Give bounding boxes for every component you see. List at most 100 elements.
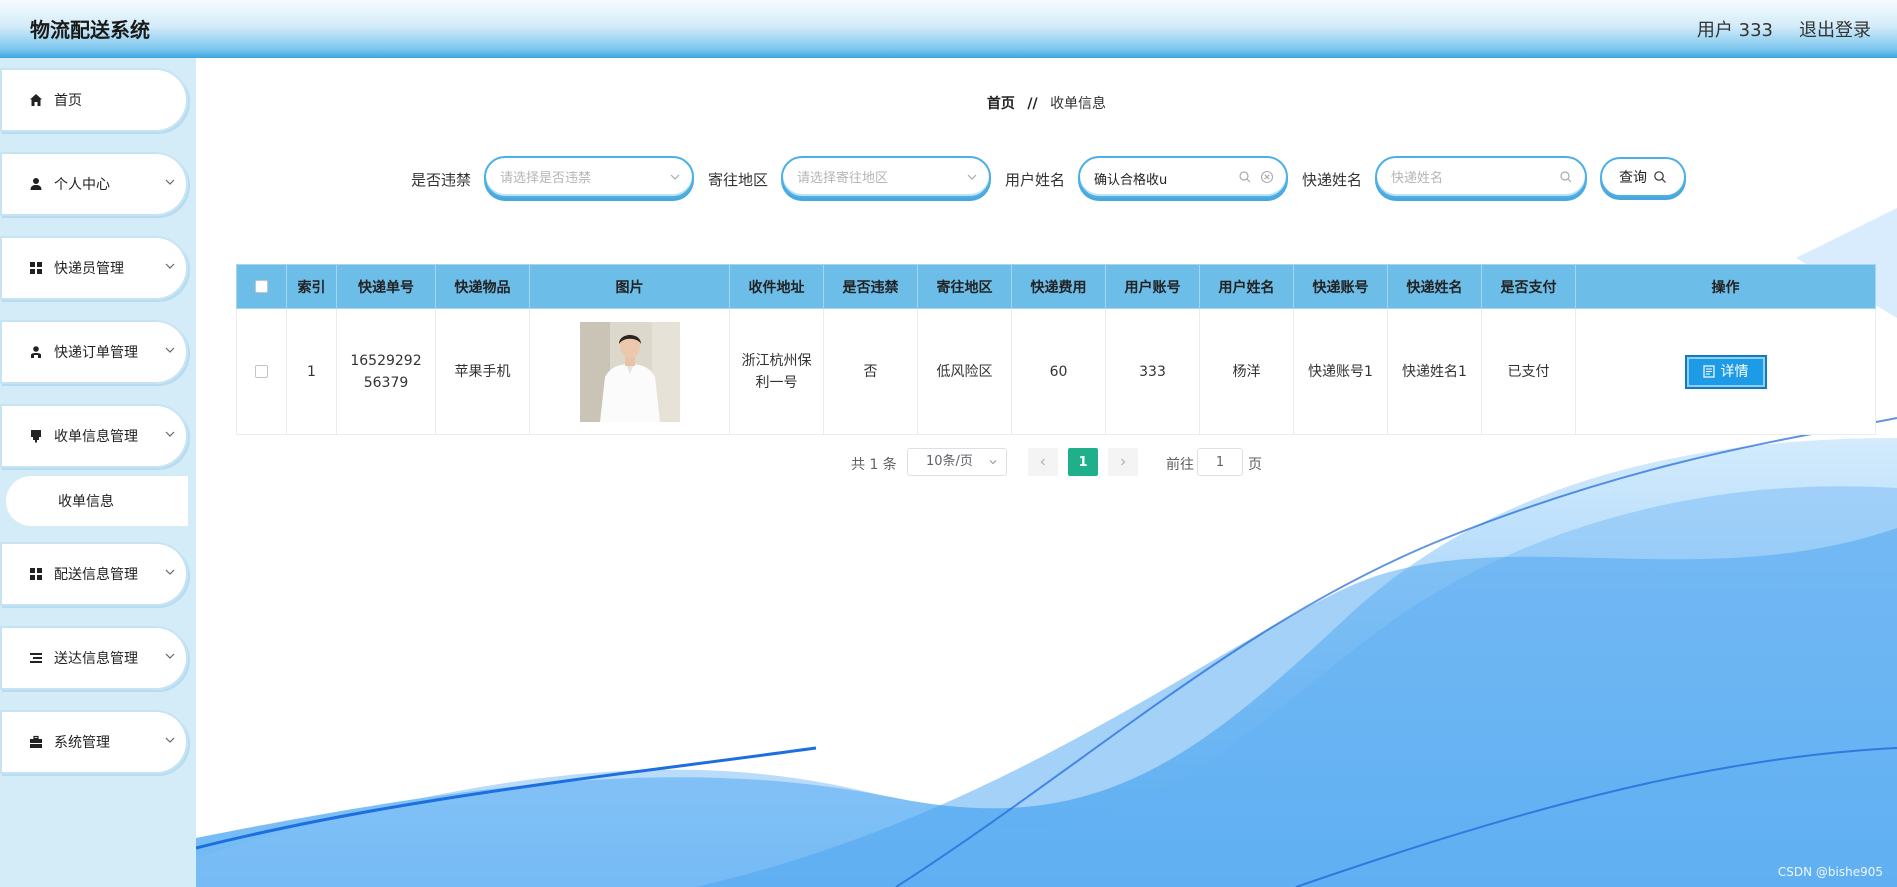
cell-courier-name: 快递姓名1 bbox=[1387, 308, 1482, 435]
row-select-cell[interactable] bbox=[236, 308, 287, 435]
sidebar-item-label: 系统管理 bbox=[54, 735, 110, 751]
sidebar-item-order-mgmt[interactable]: 快递订单管理 bbox=[0, 320, 188, 384]
cell-username: 杨洋 bbox=[1199, 308, 1294, 435]
logout-link[interactable]: 退出登录 bbox=[1799, 16, 1871, 42]
chevron-down-icon bbox=[967, 174, 977, 180]
chevron-down-icon bbox=[165, 179, 175, 185]
table-header-row: 索引 快递单号 快递物品 图片 收件地址 是否违禁 寄往地区 快递费用 用户账号… bbox=[236, 264, 1876, 309]
search-icon bbox=[1654, 171, 1666, 183]
detail-button-label: 详情 bbox=[1720, 363, 1749, 380]
chevron-down-icon bbox=[165, 347, 175, 353]
sidebar-item-home[interactable]: 首页 bbox=[0, 68, 188, 132]
column-header: 快递物品 bbox=[435, 264, 530, 309]
home-icon bbox=[28, 92, 44, 108]
list-icon bbox=[28, 650, 44, 666]
sidebar-item-label: 个人中心 bbox=[54, 177, 110, 193]
grid-icon bbox=[28, 566, 44, 582]
column-header: 操作 bbox=[1575, 264, 1876, 309]
column-header: 用户账号 bbox=[1105, 264, 1200, 309]
column-header: 快递费用 bbox=[1011, 264, 1106, 309]
chevron-left-icon bbox=[1040, 458, 1045, 466]
sidebar-item-label: 快递员管理 bbox=[54, 261, 124, 277]
order-no-text: 1652929256379 bbox=[350, 352, 422, 391]
page-size-select[interactable]: 10条/页 bbox=[907, 448, 1007, 476]
cell-paid: 已支付 bbox=[1481, 308, 1576, 435]
app-header: 物流配送系统 用户 333 退出登录 bbox=[0, 0, 1897, 58]
cell-image bbox=[529, 308, 730, 435]
column-header: 收件地址 bbox=[729, 264, 824, 309]
sidebar-item-label: 首页 bbox=[54, 93, 82, 109]
receipt-icon bbox=[28, 428, 44, 444]
sidebar-item-label: 配送信息管理 bbox=[54, 567, 138, 583]
search-icon bbox=[1560, 171, 1572, 183]
column-header: 快递姓名 bbox=[1387, 264, 1482, 309]
violation-filter-label: 是否违禁 bbox=[411, 171, 472, 189]
next-page-button[interactable] bbox=[1108, 448, 1138, 476]
username-filter-label: 用户姓名 bbox=[1005, 171, 1066, 189]
app-title: 物流配送系统 bbox=[30, 18, 150, 42]
sidebar: 首页 个人中心 快递员管理 快递订单管理 收单信息管理 收单信息 配送信息管理 … bbox=[0, 58, 196, 887]
current-user: 用户 333 bbox=[1696, 20, 1773, 41]
courier-name-input[interactable] bbox=[1391, 167, 1551, 189]
select-all-cell[interactable] bbox=[236, 264, 287, 309]
sidebar-item-system-mgmt[interactable]: 系统管理 bbox=[0, 710, 188, 774]
user-icon bbox=[28, 176, 44, 192]
courier-name-filter-label: 快递姓名 bbox=[1302, 171, 1363, 189]
column-header: 图片 bbox=[529, 264, 730, 309]
region-select[interactable] bbox=[781, 156, 991, 198]
briefcase-icon bbox=[28, 734, 44, 750]
sidebar-item-label: 收单信息管理 bbox=[54, 429, 138, 445]
goto-page-input[interactable] bbox=[1197, 448, 1243, 476]
sidebar-item-profile[interactable]: 个人中心 bbox=[0, 152, 188, 216]
chevron-down-icon bbox=[670, 174, 680, 180]
cell-fee: 60 bbox=[1011, 308, 1106, 435]
chevron-right-icon bbox=[1121, 458, 1126, 466]
breadcrumb-separator: // bbox=[1027, 96, 1038, 112]
page-size-value: 10条/页 bbox=[926, 454, 973, 469]
sidebar-item-label: 送达信息管理 bbox=[54, 651, 138, 667]
column-header: 是否违禁 bbox=[823, 264, 918, 309]
select-all-checkbox[interactable] bbox=[255, 280, 268, 293]
chevron-down-icon bbox=[165, 653, 175, 659]
cell-address: 浙江杭州保利一号 bbox=[729, 308, 824, 435]
chevron-down-icon bbox=[989, 460, 997, 465]
region-filter-label: 寄往地区 bbox=[708, 171, 769, 189]
chevron-down-icon bbox=[165, 569, 175, 575]
breadcrumb: 首页 // 收单信息 bbox=[196, 93, 1897, 113]
sidebar-subitem-receipt-info[interactable]: 收单信息 bbox=[6, 476, 188, 526]
column-header: 用户姓名 bbox=[1199, 264, 1294, 309]
goto-label: 前往 bbox=[1166, 457, 1194, 473]
cell-account: 333 bbox=[1105, 308, 1200, 435]
column-header: 寄往地区 bbox=[917, 264, 1012, 309]
sidebar-item-delivery-mgmt[interactable]: 配送信息管理 bbox=[0, 542, 188, 606]
sidebar-item-label: 快递订单管理 bbox=[54, 345, 138, 361]
violation-select-input[interactable] bbox=[500, 167, 660, 189]
grid-icon bbox=[28, 260, 44, 276]
sidebar-item-receipt-mgmt[interactable]: 收单信息管理 bbox=[0, 404, 188, 468]
username-search[interactable] bbox=[1078, 156, 1288, 198]
pagination-total: 共 1 条 bbox=[851, 457, 897, 473]
courier-name-search[interactable] bbox=[1375, 156, 1587, 198]
detail-button[interactable]: 详情 bbox=[1684, 354, 1767, 389]
column-header: 索引 bbox=[286, 264, 337, 309]
search-icon bbox=[1239, 171, 1251, 183]
query-button[interactable]: 查询 bbox=[1600, 157, 1686, 197]
address-text: 浙江杭州保利一号 bbox=[741, 352, 812, 391]
breadcrumb-home[interactable]: 首页 bbox=[987, 96, 1015, 112]
username-input[interactable] bbox=[1094, 167, 1254, 189]
sidebar-item-arrival-mgmt[interactable]: 送达信息管理 bbox=[0, 626, 188, 690]
sidebar-item-courier-mgmt[interactable]: 快递员管理 bbox=[0, 236, 188, 300]
region-select-input[interactable] bbox=[797, 167, 957, 189]
row-checkbox[interactable] bbox=[255, 365, 268, 378]
item-photo[interactable] bbox=[579, 321, 680, 422]
chevron-down-icon bbox=[165, 737, 175, 743]
chevron-down-icon bbox=[165, 263, 175, 269]
clear-icon[interactable] bbox=[1260, 170, 1274, 184]
cell-courier-account: 快递账号1 bbox=[1293, 308, 1388, 435]
main-content: 首页 // 收单信息 是否违禁 寄往地区 用户姓名 快递姓名 查询 索引 bbox=[196, 58, 1897, 887]
column-header: 快递单号 bbox=[336, 264, 436, 309]
prev-page-button[interactable] bbox=[1028, 448, 1058, 476]
page-number-current[interactable]: 1 bbox=[1068, 448, 1098, 476]
violation-select[interactable] bbox=[484, 156, 694, 198]
page-suffix: 页 bbox=[1248, 457, 1262, 473]
